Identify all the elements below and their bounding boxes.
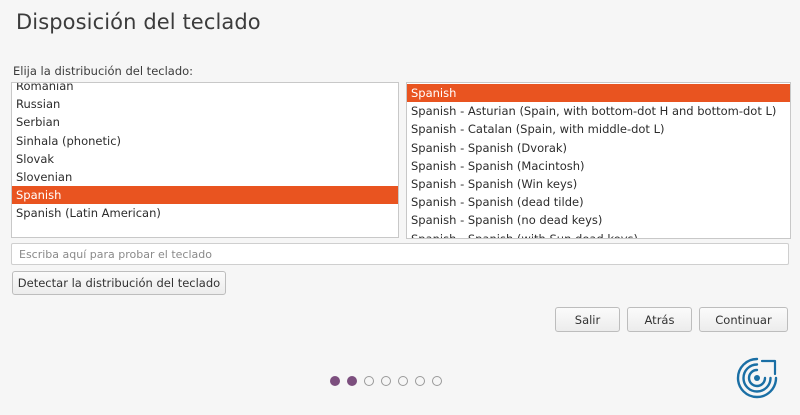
detect-layout-button[interactable]: Detectar la distribución del teclado: [12, 271, 226, 295]
layout-list[interactable]: Romanian Russian Serbian Sinhala (phonet…: [11, 82, 399, 238]
progress-dot-pending: [432, 376, 442, 386]
layout-list-item[interactable]: Sinhala (phonetic): [12, 132, 398, 150]
progress-dot-pending: [415, 376, 425, 386]
back-button[interactable]: Atrás: [627, 307, 692, 332]
layout-list-item[interactable]: Romanian: [12, 83, 398, 95]
keyboard-test-input[interactable]: [11, 243, 789, 265]
layout-list-item[interactable]: Spanish (Latin American): [12, 204, 398, 222]
progress-dot-complete: [347, 376, 357, 386]
variant-list-item[interactable]: Spanish - Asturian (Spain, with bottom-d…: [407, 102, 790, 120]
layout-list-item[interactable]: Russian: [12, 95, 398, 113]
variant-list-item[interactable]: Spanish - Spanish (dead tilde): [407, 193, 790, 211]
variant-list-items: Spanish Spanish - Asturian (Spain, with …: [407, 84, 790, 239]
progress-dot-pending: [398, 376, 408, 386]
progress-indicator: [330, 376, 442, 390]
installer-logo-icon: [734, 355, 780, 401]
layout-list-item[interactable]: Serbian: [12, 113, 398, 131]
variant-list-item[interactable]: Spanish - Spanish (with Sun dead keys): [407, 230, 790, 239]
layout-list-items: Romanian Russian Serbian Sinhala (phonet…: [12, 83, 398, 223]
progress-dot-complete: [330, 376, 340, 386]
variant-list[interactable]: Spanish Spanish - Asturian (Spain, with …: [406, 82, 791, 239]
layout-list-item[interactable]: Slovenian: [12, 168, 398, 186]
progress-dot-pending: [364, 376, 374, 386]
keyboard-layout-page: Disposición del teclado Elija la distrib…: [0, 0, 800, 415]
variant-list-item[interactable]: Spanish - Catalan (Spain, with middle-do…: [407, 120, 790, 138]
continue-button[interactable]: Continuar: [699, 307, 788, 332]
variant-list-item[interactable]: Spanish - Spanish (Macintosh): [407, 157, 790, 175]
variant-list-item[interactable]: Spanish - Spanish (Dvorak): [407, 139, 790, 157]
layout-list-item[interactable]: Spanish: [12, 186, 398, 205]
variant-list-item[interactable]: Spanish: [407, 84, 790, 103]
progress-dot-pending: [381, 376, 391, 386]
page-title: Disposición del teclado: [16, 10, 261, 34]
variant-list-item[interactable]: Spanish - Spanish (Win keys): [407, 175, 790, 193]
layout-prompt-label: Elija la distribución del teclado:: [13, 64, 194, 78]
quit-button[interactable]: Salir: [555, 307, 620, 332]
layout-list-item[interactable]: Slovak: [12, 150, 398, 168]
variant-list-item[interactable]: Spanish - Spanish (no dead keys): [407, 211, 790, 229]
